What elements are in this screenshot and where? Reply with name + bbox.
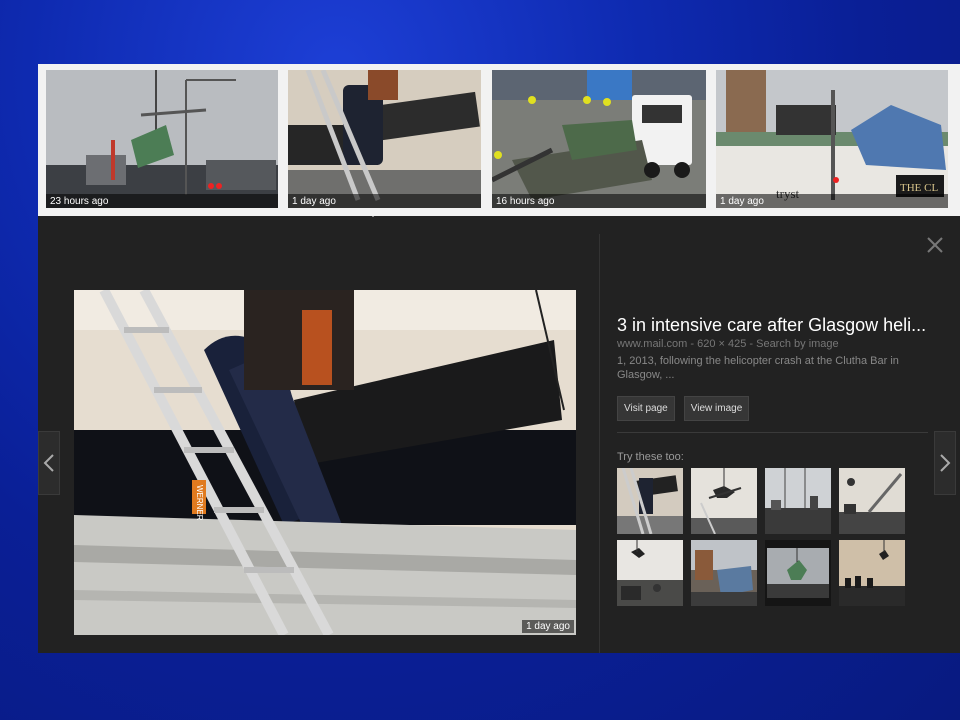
related-thumbnail[interactable] [839,468,905,534]
related-thumbnail-image [765,468,831,534]
related-thumbnail-image [765,540,831,606]
thumbnail-image [46,70,278,208]
source-size: 620 × 425 [697,338,747,350]
related-images [617,468,907,606]
next-image-button[interactable] [934,431,956,495]
sign-text-2: THE CL [900,182,938,194]
image-info: 3 in intensive care after Glasgow heli..… [617,314,937,421]
image-description: 1, 2013, following the helicopter crash … [617,355,899,381]
search-by-image-link[interactable]: Search by image [756,338,839,350]
image-source: www.mail.com - 620 × 425 - Search by ima… [617,338,839,350]
related-thumbnail-image [691,468,757,534]
main-image[interactable]: WERNER 1 day ago [74,290,576,635]
related-thumbnail-image [617,468,683,534]
related-thumbnail-image [691,540,757,606]
thumbnail-image: tryst THE CL [716,70,948,208]
thumbnail-age: 23 hours ago [50,196,109,207]
chevron-right-icon [940,454,951,472]
previous-image-button[interactable] [38,431,60,495]
thumbnail-age: 1 day ago [720,196,764,207]
main-image-age: 1 day ago [522,620,574,633]
related-thumbnail-image [839,540,905,606]
thumbnail-truck-wreckage[interactable]: 16 hours ago [492,70,706,208]
related-thumbnail[interactable] [691,468,757,534]
close-button[interactable] [924,234,946,256]
section-divider [617,432,928,433]
related-thumbnail-image [617,540,683,606]
thumbnail-ladder-selected[interactable]: 1 day ago [288,70,481,208]
main-image-picture: WERNER [74,290,576,635]
visit-page-button[interactable]: Visit page [617,396,675,421]
image-title[interactable]: 3 in intensive care after Glasgow heli..… [617,314,937,336]
thumbnail-image [492,70,706,208]
related-thumbnail[interactable] [617,468,683,534]
related-thumbnail[interactable] [765,540,831,606]
related-thumbnail[interactable] [839,540,905,606]
panel-divider [599,234,600,653]
thumbnail-image [288,70,481,208]
try-these-label: Try these too: [617,451,684,463]
view-image-button[interactable]: View image [683,396,750,421]
thumbnail-crane-lift[interactable]: 23 hours ago [46,70,278,208]
thumbnail-age: 1 day ago [292,196,336,207]
thumbnail-age: 16 hours ago [496,196,555,207]
source-site: www.mail.com [617,338,688,350]
related-thumbnail-image [839,468,905,534]
related-thumbnail[interactable] [765,468,831,534]
thumbnail-clutha-bar[interactable]: tryst THE CL 1 day ago [716,70,948,208]
action-buttons: Visit page View image [617,396,937,421]
image-detail-panel: WERNER 1 day ago 3 in intensive care aft… [38,216,960,653]
related-thumbnail[interactable] [617,540,683,606]
thumbnail-strip: 23 hours ago 1 day ago 16 hours ago THE … [38,64,960,216]
ladder-label: WERNER [195,485,204,521]
chevron-left-icon [43,454,54,472]
selected-indicator [366,210,380,217]
related-thumbnail[interactable] [691,540,757,606]
close-icon [927,237,943,253]
